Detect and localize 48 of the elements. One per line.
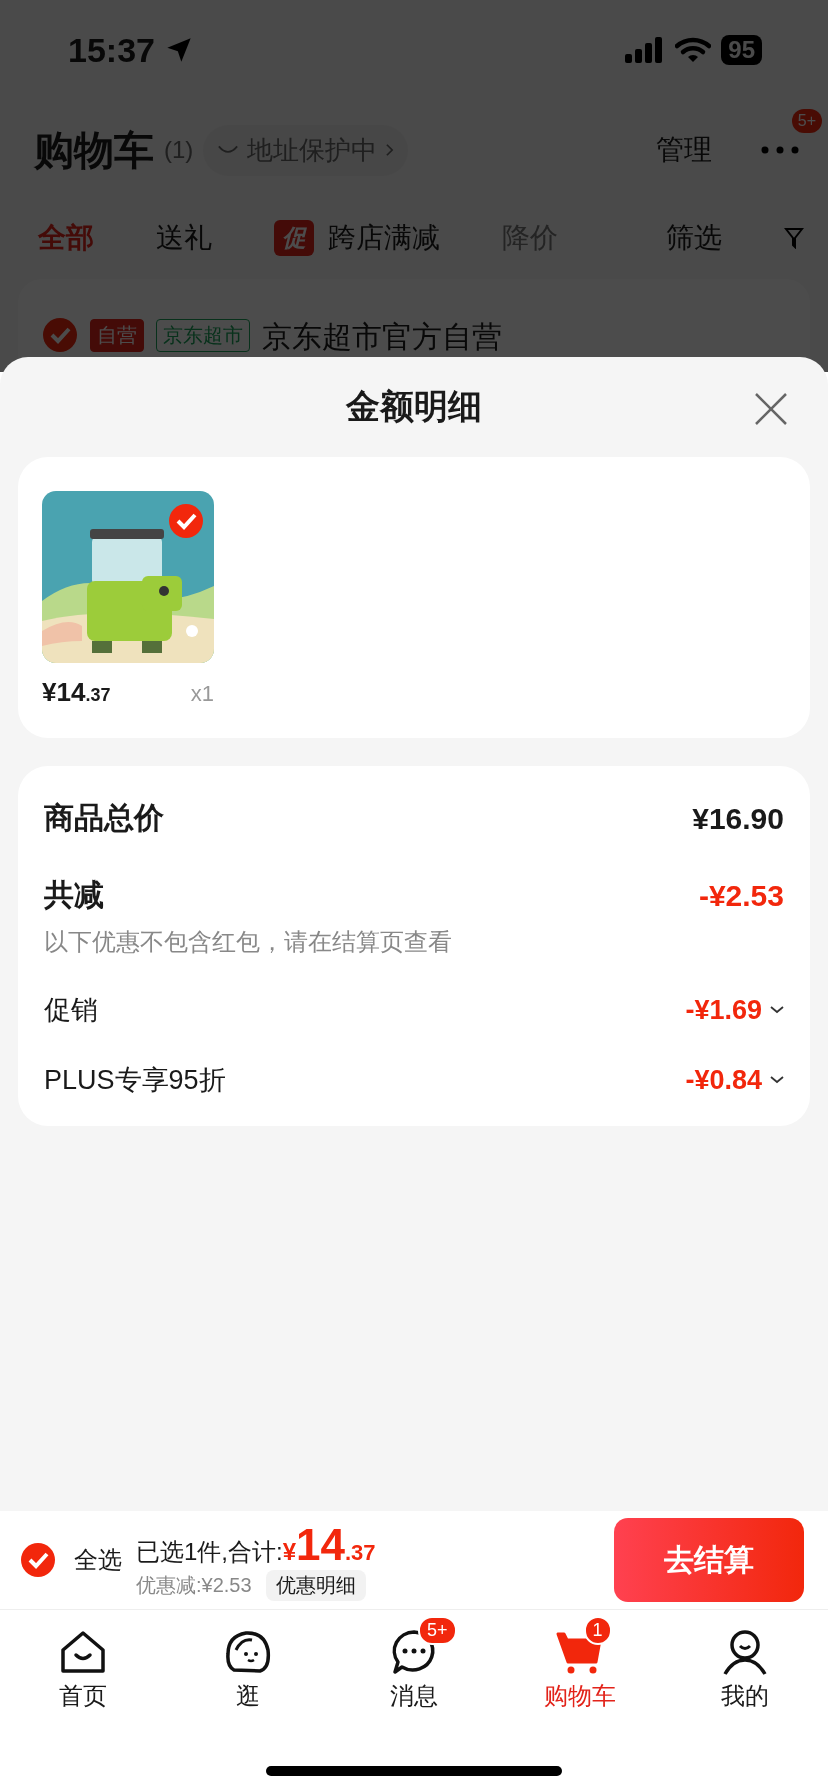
face-blob-icon <box>224 1628 273 1676</box>
selected-summary: 已选1件,合计: <box>136 1536 283 1567</box>
chevron-down-icon[interactable] <box>770 1076 784 1084</box>
select-all-label[interactable]: 全选 <box>74 1544 122 1576</box>
page-title: 购物车 <box>34 126 154 174</box>
total-label: 商品总价 <box>44 800 164 836</box>
tab-bar-item[interactable]: 逛 <box>165 1610 332 1730</box>
tab-bar-item[interactable]: 1 购物车 <box>496 1610 663 1730</box>
total-amount: ¥16.90 <box>692 801 784 836</box>
discount-amount: -¥2.53 <box>698 878 784 913</box>
notification-badge: 1 <box>583 1616 612 1645</box>
filter-button[interactable]: 筛选 <box>666 218 722 257</box>
store-tag: 京东超市 <box>156 319 250 352</box>
chevron-down-icon[interactable] <box>770 1006 784 1014</box>
discount-detail-button[interactable]: 优惠明细 <box>265 1569 366 1601</box>
discount-note: 以下优惠不包含红包，请在结算页查看 <box>44 927 453 957</box>
store-name[interactable]: 京东超市官方自营 <box>262 317 502 358</box>
store-tag: 自营 <box>90 319 144 352</box>
filter-tab[interactable]: 送礼 <box>156 218 212 257</box>
notification-badge: 5+ <box>791 109 822 133</box>
product-price: ¥14.37 <box>42 677 111 708</box>
discount-item-label: PLUS专享95折 <box>44 1064 226 1097</box>
checkout-total: ¥14.37 <box>282 1519 376 1570</box>
battery-indicator: 95 <box>721 35 762 65</box>
close-icon[interactable] <box>754 392 788 426</box>
select-all-checkbox[interactable] <box>20 1542 56 1578</box>
promo-tag: 促 <box>274 219 314 256</box>
status-time: 15:37 <box>68 30 155 70</box>
checkout-button[interactable]: 去结算 <box>614 1518 804 1602</box>
house-icon <box>58 1628 107 1676</box>
filter-icon[interactable] <box>784 226 804 249</box>
tab-bar-item[interactable]: 我的 <box>662 1610 828 1730</box>
discount-item-amount: -¥1.69 <box>685 994 762 1026</box>
tab-bar-item[interactable]: 首页 <box>0 1610 166 1730</box>
checkbox[interactable] <box>42 317 78 353</box>
tab-bar-item[interactable]: 5+ 消息 <box>331 1610 497 1730</box>
wifi-icon <box>675 37 712 63</box>
discount-summary: 优惠减:¥2.53 <box>136 1572 252 1598</box>
sheet-title: 金额明细 <box>346 386 482 427</box>
more-icon[interactable] <box>760 145 800 155</box>
notification-badge: 5+ <box>418 1616 457 1645</box>
discount-item-label: 促销 <box>44 994 98 1027</box>
product-quantity: x1 <box>190 681 214 707</box>
discount-label: 共减 <box>44 877 104 913</box>
discount-item-amount: -¥0.84 <box>685 1064 762 1096</box>
checkbox[interactable] <box>168 503 204 539</box>
manage-button[interactable]: 管理 <box>656 131 712 169</box>
filter-tab[interactable]: 跨店满减 <box>328 218 440 257</box>
